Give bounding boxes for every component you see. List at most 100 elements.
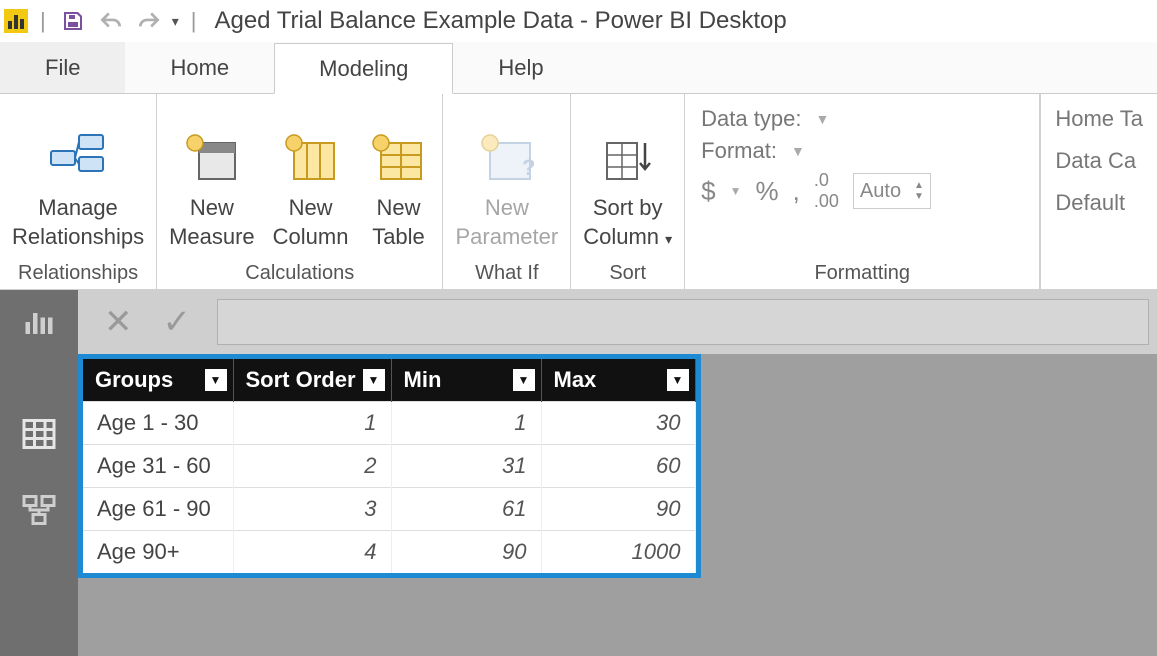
- filter-dropdown-icon[interactable]: ▼: [363, 369, 385, 391]
- cell-max[interactable]: 30: [541, 402, 695, 445]
- qat-customize-icon[interactable]: ▾: [172, 13, 179, 30]
- col-header-sort[interactable]: Sort Order ▼: [233, 359, 391, 402]
- col-header-groups[interactable]: Groups ▼: [83, 359, 233, 402]
- default-summarization-label: Default: [1055, 190, 1143, 216]
- new-table-button[interactable]: New Table: [360, 125, 436, 256]
- table-row[interactable]: Age 90+ 4 90 1000: [83, 531, 695, 574]
- new-column-label: New Column: [273, 193, 349, 252]
- svg-text:?: ?: [522, 155, 534, 180]
- col-header-min-label: Min: [404, 367, 442, 392]
- format-buttons-row: $ ▼ % , .0.00 Auto ▲▼: [701, 170, 1023, 212]
- cell-min[interactable]: 1: [391, 402, 541, 445]
- new-column-button[interactable]: New Column: [267, 125, 355, 256]
- decimal-icon[interactable]: .0.00: [814, 170, 839, 212]
- decimal-auto-input[interactable]: Auto ▲▼: [853, 173, 931, 209]
- save-icon[interactable]: [58, 6, 88, 36]
- cancel-formula-icon[interactable]: ✕: [104, 302, 133, 342]
- new-parameter-label: New Parameter: [455, 193, 558, 252]
- tab-file[interactable]: File: [0, 42, 125, 93]
- group-relationships-label: Relationships: [6, 256, 150, 289]
- new-table-icon: [366, 129, 430, 187]
- table-header-row: Groups ▼ Sort Order ▼ Min ▼ Max ▼: [83, 359, 695, 402]
- data-view-icon[interactable]: [15, 410, 63, 458]
- formula-bar: ✕ ✓: [0, 290, 1157, 354]
- formula-input[interactable]: [217, 299, 1149, 345]
- col-header-min[interactable]: Min ▼: [391, 359, 541, 402]
- formula-controls: ✕ ✓: [78, 302, 217, 342]
- cell-sort[interactable]: 1: [233, 402, 391, 445]
- col-header-sort-label: Sort Order: [246, 367, 356, 392]
- filter-dropdown-icon[interactable]: ▼: [667, 369, 689, 391]
- percent-icon[interactable]: %: [756, 176, 779, 207]
- redo-icon[interactable]: [134, 6, 164, 36]
- tab-help[interactable]: Help: [453, 42, 588, 93]
- group-formatting-label: Formatting: [691, 256, 1033, 289]
- sort-by-column-button[interactable]: Sort by Column ▾: [577, 125, 678, 256]
- data-table: Groups ▼ Sort Order ▼ Min ▼ Max ▼ Age 1 - 30…: [78, 354, 701, 578]
- col-header-max[interactable]: Max ▼: [541, 359, 695, 402]
- format-label: Format:: [701, 138, 777, 164]
- group-calculations-label: Calculations: [163, 256, 436, 289]
- table-row[interactable]: Age 61 - 90 3 61 90: [83, 488, 695, 531]
- chevron-down-icon[interactable]: ▼: [730, 184, 742, 198]
- commit-formula-icon[interactable]: ✓: [163, 302, 192, 342]
- group-relationships: Manage Relationships Relationships: [0, 94, 157, 289]
- report-view-icon[interactable]: [15, 298, 63, 346]
- data-category-label: Data Ca: [1055, 148, 1143, 174]
- tab-home[interactable]: Home: [125, 42, 274, 93]
- manage-relationships-button[interactable]: Manage Relationships: [6, 125, 150, 256]
- cell-max[interactable]: 1000: [541, 531, 695, 574]
- currency-icon[interactable]: $: [701, 176, 715, 207]
- new-table-label: New Table: [372, 193, 425, 252]
- chevron-down-icon[interactable]: ▼: [815, 111, 829, 127]
- ribbon-tabstrip: File Home Modeling Help: [0, 42, 1157, 94]
- cell-min[interactable]: 31: [391, 445, 541, 488]
- new-measure-icon: [180, 129, 244, 187]
- group-sort: Sort by Column ▾ Sort: [571, 94, 685, 289]
- cell-groups[interactable]: Age 90+: [83, 531, 233, 574]
- new-column-icon: [279, 129, 343, 187]
- cell-max[interactable]: 90: [541, 488, 695, 531]
- format-row: Format: ▼: [701, 138, 1023, 164]
- group-formatting: Data type: ▼ Format: ▼ $ ▼ % , .0.00 Aut…: [685, 94, 1040, 289]
- model-view-icon[interactable]: [15, 486, 63, 534]
- col-header-groups-label: Groups: [95, 367, 173, 392]
- cell-min[interactable]: 61: [391, 488, 541, 531]
- qat-separator-2: |: [187, 8, 201, 34]
- comma-icon[interactable]: ,: [793, 176, 800, 207]
- undo-icon[interactable]: [96, 6, 126, 36]
- cell-min[interactable]: 90: [391, 531, 541, 574]
- table-row[interactable]: Age 31 - 60 2 31 60: [83, 445, 695, 488]
- cell-groups[interactable]: Age 31 - 60: [83, 445, 233, 488]
- filter-dropdown-icon[interactable]: ▼: [513, 369, 535, 391]
- sort-by-column-label: Sort by Column ▾: [583, 193, 672, 252]
- home-table-label: Home Ta: [1055, 106, 1143, 132]
- spinner-icon[interactable]: ▲▼: [914, 180, 924, 202]
- relationships-icon: [46, 129, 110, 187]
- col-header-max-label: Max: [554, 367, 597, 392]
- app-logo-icon: [4, 9, 28, 33]
- cell-sort[interactable]: 4: [233, 531, 391, 574]
- qat-separator: |: [36, 8, 50, 34]
- cell-groups[interactable]: Age 61 - 90: [83, 488, 233, 531]
- cell-max[interactable]: 60: [541, 445, 695, 488]
- chevron-down-icon[interactable]: ▼: [791, 143, 805, 159]
- data-canvas: Groups ▼ Sort Order ▼ Min ▼ Max ▼ Age 1 - 30…: [0, 354, 1157, 656]
- auto-label: Auto: [860, 180, 901, 203]
- filter-dropdown-icon[interactable]: ▼: [205, 369, 227, 391]
- cell-sort[interactable]: 2: [233, 445, 391, 488]
- ribbon: Manage Relationships Relationships New M…: [0, 94, 1157, 290]
- group-whatif: ? New Parameter What If: [443, 94, 571, 289]
- new-parameter-icon: ?: [475, 129, 539, 187]
- new-measure-button[interactable]: New Measure: [163, 125, 261, 256]
- datatype-row: Data type: ▼: [701, 106, 1023, 132]
- cell-groups[interactable]: Age 1 - 30: [83, 402, 233, 445]
- cell-sort[interactable]: 3: [233, 488, 391, 531]
- datatype-label: Data type:: [701, 106, 801, 132]
- group-properties: Home Ta Data Ca Default: [1040, 94, 1157, 289]
- group-sort-label: Sort: [577, 256, 678, 289]
- table-row[interactable]: Age 1 - 30 1 1 30: [83, 402, 695, 445]
- group-calculations: New Measure New Column: [157, 94, 443, 289]
- tab-modeling[interactable]: Modeling: [274, 43, 453, 94]
- new-parameter-button: ? New Parameter: [449, 125, 564, 256]
